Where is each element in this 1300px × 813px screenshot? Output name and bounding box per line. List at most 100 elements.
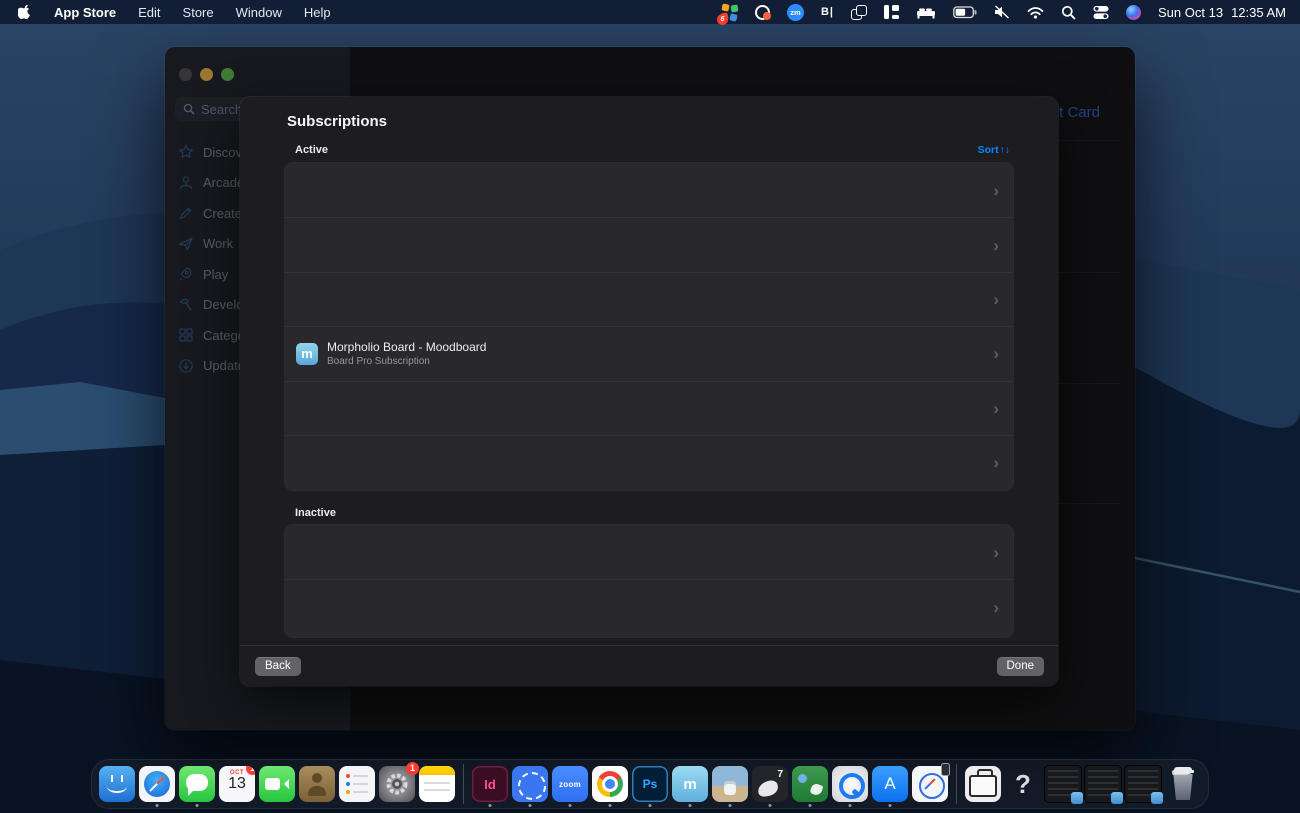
chevron-right-icon: › (993, 182, 999, 199)
running-indicator (156, 804, 159, 807)
dock-quicktime[interactable] (832, 766, 868, 802)
modal-footer: Back Done (240, 645, 1058, 686)
menu-window[interactable]: Window (236, 5, 282, 20)
dock-notes[interactable] (419, 766, 455, 802)
control-center-icon[interactable] (1093, 3, 1109, 21)
subscription-row[interactable]: › (285, 217, 1013, 271)
pieces-status-icon[interactable]: 6 (721, 4, 738, 21)
dock-rhino-7[interactable]: 7 (752, 766, 788, 802)
app-store-glyph: A (884, 774, 895, 794)
chevron-right-icon: › (993, 345, 999, 362)
wifi-icon[interactable] (1027, 3, 1044, 21)
running-indicator (529, 804, 532, 807)
subscriptions-modal: Subscriptions Active Sort ↑↓ › › › m (240, 97, 1058, 686)
dock-morpholio-board[interactable]: m (672, 766, 708, 802)
bartender-icon[interactable]: B| (821, 3, 834, 21)
dock-minimized-window[interactable] (1045, 766, 1081, 802)
clipboard-icon[interactable] (851, 5, 867, 20)
running-indicator (849, 804, 852, 807)
battery-icon[interactable] (953, 3, 977, 21)
dock-green-3d-app[interactable] (792, 766, 828, 802)
sort-button[interactable]: Sort ↑↓ (978, 144, 1010, 156)
siri-icon[interactable] (1126, 3, 1141, 21)
spotlight-search-icon[interactable] (1061, 3, 1076, 21)
app-badge-icon (1151, 792, 1163, 804)
subscription-subtitle: Board Pro Subscription (327, 356, 486, 367)
dock-chrome[interactable] (592, 766, 628, 802)
dock-minimized-window[interactable] (1125, 766, 1161, 802)
date-text: Sun Oct 13 (1158, 5, 1223, 20)
running-indicator (809, 804, 812, 807)
menu-bar: App Store Edit Store Window Help 6 zm B| (0, 0, 1300, 24)
running-indicator (649, 804, 652, 807)
gear-icon (384, 771, 410, 797)
running-indicator (769, 804, 772, 807)
active-subscriptions-card: › › › m Morpholio Board - Moodboard Boar… (285, 163, 1013, 490)
modal-title: Subscriptions (287, 113, 387, 130)
menu-help[interactable]: Help (304, 5, 331, 20)
photoshop-glyph: Ps (643, 777, 658, 791)
calendar-day: 13 (219, 776, 255, 793)
subscription-title: Morpholio Board - Moodboard (327, 340, 486, 354)
menu-store[interactable]: Store (183, 5, 214, 20)
notification-badge: 1 (406, 762, 419, 775)
dock-minimized-window[interactable] (1085, 766, 1121, 802)
inactive-section-label: Inactive (295, 507, 336, 519)
dock-calendar[interactable]: 1 OCT 13 (219, 766, 255, 802)
menu-edit[interactable]: Edit (138, 5, 160, 20)
dock-zoom[interactable]: zoom (552, 766, 588, 802)
dock-indesign[interactable]: Id (472, 766, 508, 802)
running-indicator (569, 804, 572, 807)
running-indicator (196, 804, 199, 807)
dock-finder[interactable] (99, 766, 135, 802)
dock-safari[interactable] (139, 766, 175, 802)
dock-signal[interactable] (512, 766, 548, 802)
dock-separator (463, 764, 464, 804)
morpholio-board-app-icon: m (296, 343, 318, 365)
dock-simulator[interactable] (912, 766, 948, 802)
morpholio-glyph: m (683, 776, 696, 793)
subscription-row[interactable]: › (285, 579, 1013, 633)
dock-facetime[interactable] (259, 766, 295, 802)
subscription-row[interactable]: › (285, 381, 1013, 435)
running-indicator (609, 804, 612, 807)
subscription-row[interactable]: › (285, 435, 1013, 489)
running-indicator (889, 804, 892, 807)
subscription-row-morpholio-board[interactable]: m Morpholio Board - Moodboard Board Pro … (285, 326, 1013, 380)
dock-trash[interactable] (1165, 766, 1201, 802)
dock-messages[interactable] (179, 766, 215, 802)
app-store-window: Search Discover Arcade Create Work (165, 47, 1135, 730)
dock-contacts[interactable] (299, 766, 335, 802)
menu-bar-clock[interactable]: Sun Oct 13 12:35 AM (1158, 5, 1286, 20)
subscription-row[interactable]: › (285, 525, 1013, 579)
dock-app-store[interactable]: A (872, 766, 908, 802)
back-button[interactable]: Back (255, 657, 301, 676)
apple-menu-icon[interactable] (18, 4, 32, 20)
chevron-right-icon: › (993, 400, 999, 417)
app-menu-title[interactable]: App Store (54, 5, 116, 20)
subscription-row[interactable]: › (285, 272, 1013, 326)
time-text: 12:35 AM (1231, 5, 1286, 20)
question-mark-glyph: ? (1015, 769, 1031, 800)
app-badge-icon (1111, 792, 1123, 804)
dock-unknown-app[interactable]: ? (1005, 766, 1041, 802)
screen-record-icon[interactable] (755, 3, 770, 21)
running-indicator (489, 804, 492, 807)
pieces-badge: 6 (717, 14, 728, 25)
volume-mute-icon[interactable] (994, 3, 1010, 21)
sort-arrows-icon: ↑↓ (1000, 144, 1011, 156)
rhino-glyph: 7 (777, 769, 783, 780)
chevron-right-icon: › (993, 544, 999, 561)
dock-photoshop[interactable]: Ps (632, 766, 668, 802)
dock-reminders[interactable] (339, 766, 375, 802)
done-button[interactable]: Done (997, 657, 1045, 676)
subscription-row[interactable]: › (285, 163, 1013, 217)
indesign-glyph: Id (484, 777, 496, 792)
window-manager-icon[interactable] (884, 5, 899, 19)
dock-image-app[interactable] (712, 766, 748, 802)
dock-briefcase-app[interactable] (965, 766, 1001, 802)
running-indicator (689, 804, 692, 807)
zoom-status-icon[interactable]: zm (787, 3, 804, 21)
bed-icon[interactable] (916, 3, 936, 21)
dock-system-settings[interactable]: 1 (379, 766, 415, 802)
